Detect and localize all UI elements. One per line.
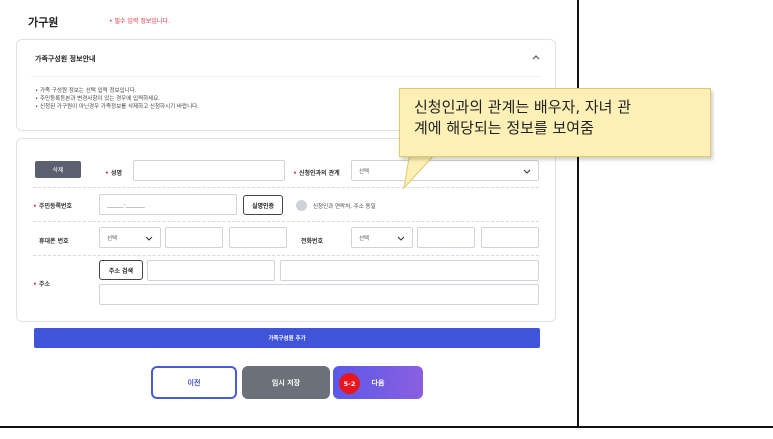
mobile-label: 휴대폰 번호 bbox=[39, 238, 69, 245]
callout-line: 계에 해당되는 정보를 보여줌 bbox=[414, 119, 594, 137]
address-detail-input[interactable] bbox=[99, 284, 539, 305]
info-line: • 주민등록등본과 변경사항이 있는 경우에 입력하세요. bbox=[35, 96, 161, 102]
address-input[interactable] bbox=[280, 260, 539, 281]
address-search-button[interactable]: 주소 검색 bbox=[99, 260, 143, 280]
form-panel: 가구원 • 필수 입력 정보입니다. 가족구성원 정보안내 • 가족 구성원 정… bbox=[0, 0, 578, 428]
vertical-divider bbox=[577, 0, 579, 428]
delete-button[interactable]: 삭제 bbox=[35, 161, 81, 178]
check-icon[interactable] bbox=[296, 200, 307, 211]
info-line: • 신청된 가구원이 아닌경우 가족정보를 삭제하고 신청하시기 바랍니다. bbox=[35, 104, 199, 110]
chevron-down-icon bbox=[523, 169, 531, 174]
required-note: • 필수 입력 정보입니다. bbox=[109, 18, 170, 25]
same-info-label: 신청인과 연락처, 주소 동일 bbox=[313, 204, 376, 210]
rrn-input[interactable]: ______-_______ bbox=[99, 194, 237, 215]
mobile-last-input[interactable] bbox=[229, 227, 287, 248]
callout-line: 신청인과의 관계는 배우자, 자녀 관 bbox=[414, 98, 632, 116]
chevron-down-icon bbox=[397, 236, 405, 241]
relation-label: • 신청인과의 관계 bbox=[293, 170, 340, 177]
info-lines: • 가족 구성원 정보는 선택 입력 정보입니다. • 주민등록등본과 변경사항… bbox=[35, 87, 199, 111]
info-separator bbox=[31, 76, 541, 77]
info-title: 가족구성원 정보안내 bbox=[35, 55, 96, 63]
horizontal-divider bbox=[0, 426, 773, 428]
mobile-mid-input[interactable] bbox=[165, 227, 223, 248]
rrn-label: • 주민등록번호 bbox=[33, 203, 73, 210]
name-input[interactable] bbox=[133, 160, 285, 181]
row-divider bbox=[33, 221, 539, 222]
info-line: • 가족 구성원 정보는 선택 입력 정보입니다. bbox=[35, 88, 137, 94]
step-badge: 5-2 bbox=[339, 373, 360, 394]
name-label: • 성명 bbox=[105, 170, 122, 177]
chevron-down-icon bbox=[145, 236, 153, 241]
prev-button[interactable]: 이전 bbox=[151, 366, 237, 399]
zipcode-input[interactable] bbox=[147, 260, 275, 281]
temp-save-button[interactable]: 임시 저장 bbox=[242, 366, 330, 399]
row-divider bbox=[33, 255, 539, 256]
section-title: 가구원 bbox=[28, 16, 59, 29]
phone-label: 전화번호 bbox=[301, 238, 324, 245]
phone-prefix-select[interactable]: 선택 bbox=[351, 227, 413, 248]
chevron-up-icon[interactable] bbox=[531, 52, 541, 62]
address-label: • 주소 bbox=[33, 281, 50, 288]
phone-mid-input[interactable] bbox=[417, 227, 475, 248]
mobile-prefix-select[interactable]: 선택 bbox=[99, 227, 161, 248]
annotation-callout: 신청인과의 관계는 배우자, 자녀 관 계에 해당되는 정보를 보여줌 bbox=[399, 88, 711, 157]
add-family-member-button[interactable]: 가족구성원 추가 bbox=[34, 328, 540, 348]
phone-last-input[interactable] bbox=[481, 227, 539, 248]
verify-button[interactable]: 실명인증 bbox=[243, 195, 283, 215]
